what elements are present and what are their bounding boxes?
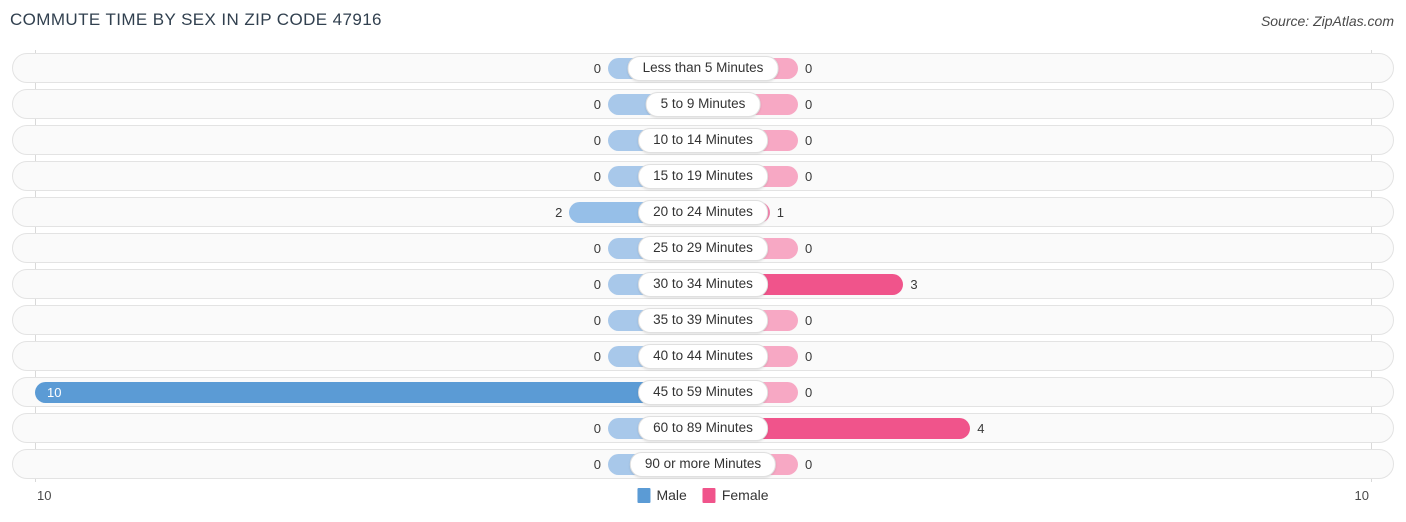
chart-container: COMMUTE TIME BY SEX IN ZIP CODE 47916 So…	[0, 0, 1406, 522]
value-label-male: 0	[593, 169, 601, 184]
legend-swatch-male	[637, 487, 651, 503]
category-label: 35 to 39 Minutes	[638, 308, 768, 333]
table-row[interactable]: 10 0 45 to 59 Minutes	[12, 377, 1394, 407]
table-row[interactable]: 0 0 25 to 29 Minutes	[12, 233, 1394, 263]
value-label-male: 0	[593, 421, 601, 436]
table-row[interactable]: 0 0 Less than 5 Minutes	[12, 53, 1394, 83]
table-row[interactable]: 0 0 5 to 9 Minutes	[12, 89, 1394, 119]
value-label-female: 0	[805, 385, 813, 400]
category-label: 40 to 44 Minutes	[638, 344, 768, 369]
value-label-female: 0	[805, 457, 813, 472]
value-label-female: 0	[805, 169, 813, 184]
table-row[interactable]: 0 4 60 to 89 Minutes	[12, 413, 1394, 443]
value-label-male: 0	[593, 97, 601, 112]
legend-label-male: Male	[656, 487, 687, 503]
value-label-female: 3	[910, 277, 918, 292]
table-row[interactable]: 0 3 30 to 34 Minutes	[12, 269, 1394, 299]
table-row[interactable]: 0 0 15 to 19 Minutes	[12, 161, 1394, 191]
category-label: 45 to 59 Minutes	[638, 380, 768, 405]
category-label: 20 to 24 Minutes	[638, 200, 768, 225]
legend-swatch-female	[702, 487, 716, 503]
category-label: Less than 5 Minutes	[627, 56, 779, 81]
value-label-male: 2	[555, 205, 563, 220]
value-label-female: 4	[977, 421, 985, 436]
legend-item-male[interactable]: Male	[637, 487, 687, 503]
value-label-male: 10	[47, 385, 62, 400]
category-label: 30 to 34 Minutes	[638, 272, 768, 297]
legend-item-female[interactable]: Female	[702, 487, 769, 503]
axis-tick-left: 10	[37, 488, 52, 503]
category-label: 5 to 9 Minutes	[645, 92, 761, 117]
value-label-female: 1	[776, 205, 785, 220]
bar-male[interactable]	[35, 382, 703, 403]
value-label-female: 0	[805, 241, 813, 256]
value-label-male: 0	[593, 133, 601, 148]
table-row[interactable]: 0 0 35 to 39 Minutes	[12, 305, 1394, 335]
axis-tick-right: 10	[1354, 488, 1369, 503]
value-label-female: 0	[805, 61, 813, 76]
value-label-male: 0	[593, 457, 601, 472]
table-row[interactable]: 0 0 90 or more Minutes	[12, 449, 1394, 479]
value-label-male: 0	[593, 313, 601, 328]
value-label-female: 0	[805, 313, 813, 328]
chart-legend: Male Female	[637, 487, 769, 503]
category-label: 90 or more Minutes	[629, 452, 777, 477]
source-attribution: Source: ZipAtlas.com	[1260, 13, 1394, 29]
value-label-female: 0	[805, 97, 813, 112]
chart-footer: 10 10 Male Female	[0, 482, 1406, 522]
value-label-male: 0	[593, 61, 601, 76]
plot-area: 0 0 Less than 5 Minutes 0 0 5 to 9 Minutes 0 0 1…	[0, 50, 1406, 482]
table-row[interactable]: 0 0 10 to 14 Minutes	[12, 125, 1394, 155]
category-label: 15 to 19 Minutes	[638, 164, 768, 189]
category-label: 10 to 14 Minutes	[638, 128, 768, 153]
value-label-female: 0	[805, 349, 813, 364]
value-label-male: 0	[593, 349, 601, 364]
category-label: 60 to 89 Minutes	[638, 416, 768, 441]
table-row[interactable]: 0 0 40 to 44 Minutes	[12, 341, 1394, 371]
table-row[interactable]: 2 1 20 to 24 Minutes	[12, 197, 1394, 227]
value-label-male: 0	[593, 277, 601, 292]
legend-label-female: Female	[721, 487, 769, 503]
category-label: 25 to 29 Minutes	[638, 236, 768, 261]
value-label-female: 0	[805, 133, 813, 148]
value-label-male: 0	[593, 241, 601, 256]
page-title: COMMUTE TIME BY SEX IN ZIP CODE 47916	[10, 10, 382, 29]
